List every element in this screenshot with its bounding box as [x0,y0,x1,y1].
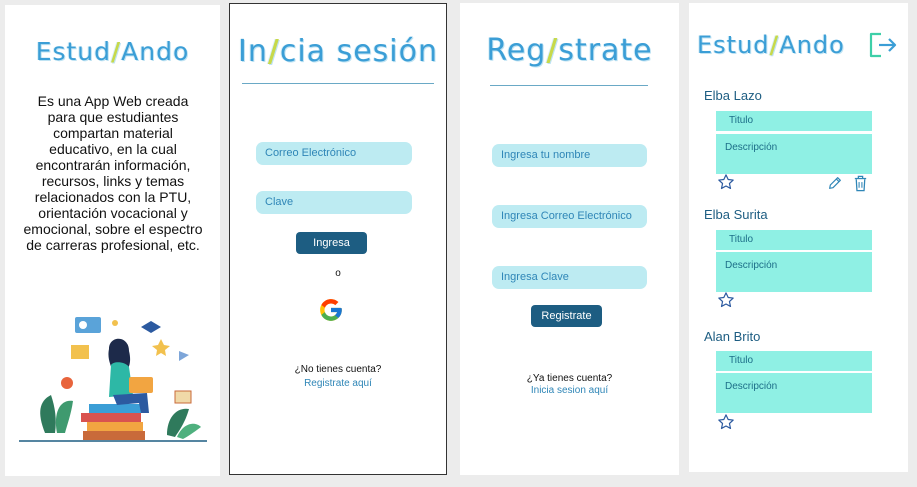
password-field[interactable]: Clave [256,191,412,214]
logo-text-left: Estud [697,31,770,59]
register-title-slash: / [546,33,559,68]
email-field[interactable]: Ingresa Correo Electrónico [492,205,647,228]
star-icon[interactable] [717,291,735,309]
post-description-field[interactable]: Descripción [716,252,872,292]
login-button[interactable]: Ingresa [296,232,367,254]
register-button[interactable]: Registrate [531,305,602,327]
register-title-right: strate [558,33,653,68]
intro-screen: Estud/Ando Es una App Web creada para qu… [5,5,220,476]
logo-text-right: Ando [779,31,845,59]
logo-slash: / [769,31,780,59]
app-description: Es una App Web creada para que estudiant… [23,93,203,253]
app-logo: Estud/Ando [5,37,220,66]
app-logo: Estud/Ando [697,31,845,59]
trash-icon[interactable] [853,175,868,192]
post-author: Alan Brito [704,329,761,344]
post-description-field[interactable]: Descripción [716,373,872,413]
post-title-field[interactable]: Titulo [716,111,872,131]
feed-screen: Estud/Ando Elba Lazo Titulo Descripción … [689,3,908,472]
star-icon[interactable] [717,413,735,431]
post-description-field[interactable]: Descripción [716,134,872,174]
name-field[interactable]: Ingresa tu nombre [492,144,647,167]
register-title-left: Reg [486,33,547,68]
have-account-text: ¿Ya tienes cuenta? [526,373,613,384]
login-link[interactable]: Inicia sesion aquí [460,385,679,396]
post-title-field[interactable]: Titulo [716,351,872,371]
register-link[interactable]: Registrate aquí [230,378,446,389]
login-title: In/cia sesión [230,34,446,69]
logo-text-right: Ando [121,37,190,66]
title-divider [242,83,434,84]
register-screen: Reg/strate Ingresa tu nombre Ingresa Cor… [460,3,679,475]
register-title: Reg/strate [460,33,679,68]
student-illustration [19,317,207,442]
post-author: Elba Surita [704,207,768,222]
or-separator: o [335,268,341,279]
google-icon[interactable] [318,297,344,323]
login-title-left: In [237,34,268,69]
login-screen: In/cia sesión Correo Electrónico Clave I… [229,3,447,475]
login-title-right: cia sesión [279,34,438,69]
password-field[interactable]: Ingresa Clave [492,266,647,289]
post-title-field[interactable]: Titulo [716,230,872,250]
star-icon[interactable] [717,173,735,191]
email-field[interactable]: Correo Electrónico [256,142,412,165]
logo-slash: / [111,37,122,66]
no-account-text: ¿No tienes cuenta? [294,364,382,375]
pencil-icon[interactable] [827,175,843,191]
login-title-slash: / [267,34,280,69]
post-author: Elba Lazo [704,88,762,103]
logo-text-left: Estud [35,37,112,66]
title-divider [490,85,648,86]
logout-icon[interactable] [868,31,898,59]
